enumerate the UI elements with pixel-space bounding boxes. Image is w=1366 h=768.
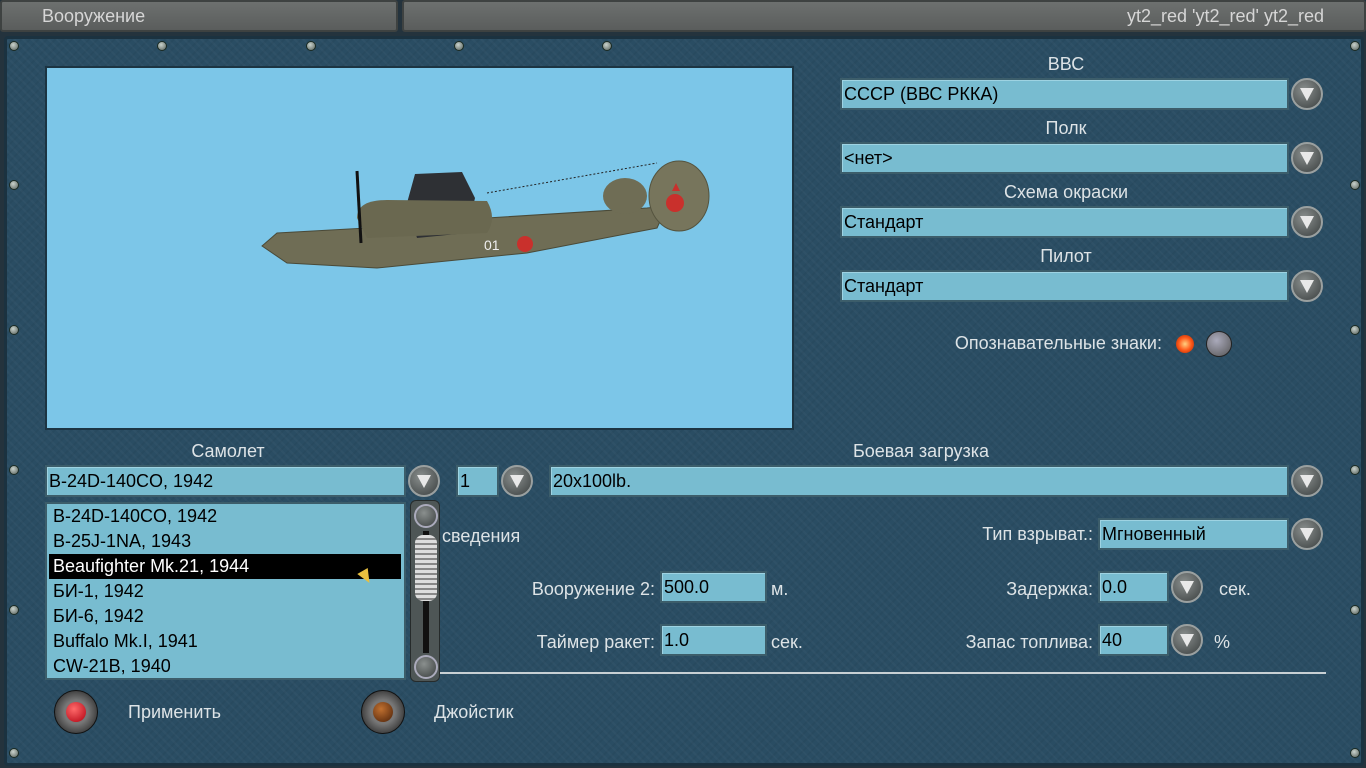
toggle-switch-icon [1206, 331, 1232, 357]
fuel-label: Запас топлива: [965, 632, 1093, 652]
details-label: сведения [442, 526, 521, 546]
skin-label: Схема окраски [1003, 182, 1129, 202]
screw-icon [1350, 325, 1360, 335]
regiment-select[interactable]: <нет> [840, 142, 1289, 174]
list-item[interactable]: БИ-6, 1942 [49, 604, 401, 629]
rocket-timer-unit: сек. [771, 632, 803, 652]
title-tab: Вооружение [0, 0, 398, 32]
chevron-down-icon [1180, 580, 1194, 594]
loadout-dropdown-button[interactable] [1291, 465, 1323, 497]
fuel-field[interactable]: 40 [1098, 624, 1169, 656]
delay-label: Задержка: [1006, 579, 1093, 599]
chevron-down-icon [1300, 215, 1314, 229]
screw-icon [9, 325, 19, 335]
brown-button-icon [373, 702, 393, 722]
loadout-label: Боевая загрузка [852, 441, 990, 461]
chevron-down-icon [1300, 474, 1314, 488]
screw-icon [1350, 180, 1360, 190]
fuel-dropdown-button[interactable] [1171, 624, 1203, 656]
delay-field[interactable]: 0.0 [1098, 571, 1169, 603]
joystick-label[interactable]: Джойстик [434, 702, 513, 723]
red-button-icon [66, 702, 86, 722]
markings-toggle[interactable] [1172, 330, 1236, 358]
aircraft-label: Самолет [191, 441, 265, 461]
divider [440, 672, 1326, 674]
screw-icon [602, 41, 612, 51]
list-item[interactable]: B-25J-1NA, 1943 [49, 529, 401, 554]
aircraft-count-field[interactable]: 1 [456, 465, 499, 497]
screw-icon [1350, 748, 1360, 758]
screw-icon [1350, 605, 1360, 615]
fuze-type-select[interactable]: Мгновенный [1098, 518, 1289, 550]
screw-icon [1350, 465, 1360, 475]
screw-icon [306, 41, 316, 51]
plane-marking: 01 [484, 237, 500, 253]
chevron-down-icon [417, 474, 431, 488]
rocket-timer-label: Таймер ракет: [536, 632, 655, 652]
list-item[interactable]: Buffalo Mk.I, 1941 [49, 629, 401, 654]
convergence-unit: м. [771, 579, 789, 599]
aircraft-dropdown-button[interactable] [408, 465, 440, 497]
player-tab: yt2_red 'yt2_red' yt2_red [402, 0, 1366, 32]
convergence-field[interactable]: 500.0 [660, 571, 767, 603]
player-name: yt2_red 'yt2_red' yt2_red [1127, 6, 1324, 26]
list-item[interactable]: B-24D-140CO, 1942 [49, 504, 401, 529]
pilot-select[interactable]: Стандарт [840, 270, 1289, 302]
chevron-down-icon [1300, 527, 1314, 541]
aircraft-image: 01 [261, 160, 710, 269]
list-scrollbar[interactable] [410, 500, 440, 682]
screw-icon [9, 748, 19, 758]
rocket-timer-field[interactable]: 1.0 [660, 624, 767, 656]
fuel-unit: % [1214, 632, 1231, 652]
list-item-selected[interactable]: Beaufighter Mk.21, 1944 [49, 554, 401, 579]
fuze-type-dropdown-button[interactable] [1291, 518, 1323, 550]
fuze-type-label: Тип взрыват.: [982, 524, 1093, 544]
regiment-dropdown-button[interactable] [1291, 142, 1323, 174]
loadout-select[interactable]: 20x100lb. [549, 465, 1289, 497]
chevron-down-icon [1180, 633, 1194, 647]
chevron-down-icon [1300, 87, 1314, 101]
skin-dropdown-button[interactable] [1291, 206, 1323, 238]
delay-unit: сек. [1219, 579, 1251, 599]
screw-icon [1350, 41, 1360, 51]
screw-icon [454, 41, 464, 51]
apply-button[interactable] [54, 690, 98, 734]
chevron-down-icon [1300, 151, 1314, 165]
screw-icon [9, 465, 19, 475]
regiment-label: Полк [1045, 118, 1087, 138]
aircraft-select[interactable]: B-24D-140CO, 1942 [45, 465, 406, 497]
scroll-thumb[interactable] [415, 535, 437, 601]
screw-icon [9, 605, 19, 615]
air-force-label: ВВС [1047, 54, 1085, 74]
screw-icon [9, 41, 19, 51]
delay-dropdown-button[interactable] [1171, 571, 1203, 603]
air-force-select[interactable]: СССР (ВВС РККА) [840, 78, 1289, 110]
list-item[interactable]: CW-21B, 1940 [49, 654, 401, 679]
list-item[interactable]: БИ-1, 1942 [49, 579, 401, 604]
indicator-light-icon [1176, 335, 1194, 353]
joystick-button[interactable] [361, 690, 405, 734]
convergence-label: Вооружение 2: [531, 579, 655, 599]
pilot-label: Пилот [1040, 246, 1092, 266]
chevron-down-icon [1300, 279, 1314, 293]
screw-icon [157, 41, 167, 51]
screw-icon [9, 180, 19, 190]
air-force-dropdown-button[interactable] [1291, 78, 1323, 110]
scroll-down-button[interactable] [414, 655, 438, 679]
markings-label: Опознавательные знаки: [954, 333, 1162, 353]
apply-label[interactable]: Применить [128, 702, 221, 723]
chevron-down-icon [510, 474, 524, 488]
count-dropdown-button[interactable] [501, 465, 533, 497]
aircraft-list[interactable]: B-24D-140CO, 1942 B-25J-1NA, 1943 Beaufi… [45, 502, 406, 680]
pilot-dropdown-button[interactable] [1291, 270, 1323, 302]
window-title: Вооружение [42, 6, 146, 26]
aircraft-preview[interactable]: 01 [45, 66, 794, 430]
scroll-up-button[interactable] [414, 504, 438, 528]
skin-select[interactable]: Стандарт [840, 206, 1289, 238]
